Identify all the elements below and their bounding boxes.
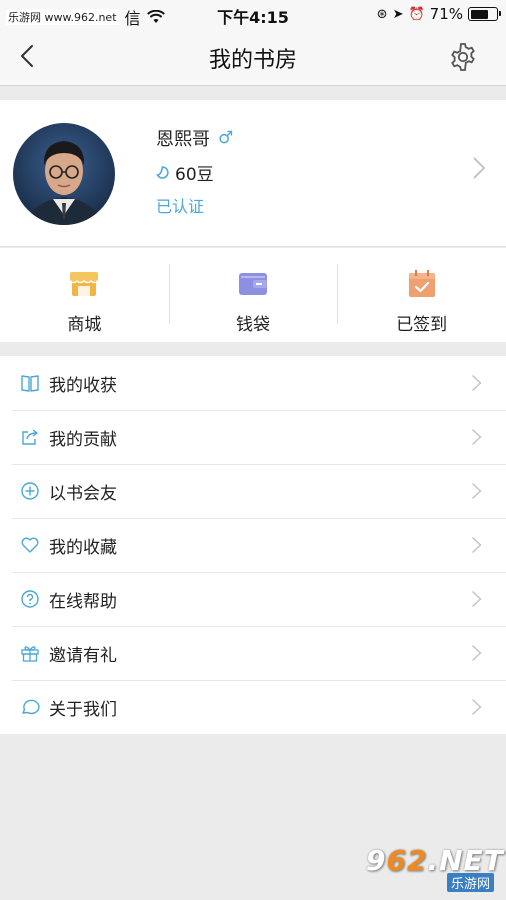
- profile-name-row: 恩熙哥 ♂: [156, 125, 233, 151]
- action-store-label: 商城: [67, 315, 102, 335]
- plus-circle-icon: [21, 482, 39, 500]
- watermark-logo-accent: 62: [386, 844, 428, 877]
- menu-item-label: 在线帮助: [49, 591, 117, 612]
- menu-item-contribution[interactable]: 我的贡献: [0, 410, 506, 464]
- menu-item-book-friends[interactable]: 以书会友: [0, 464, 506, 518]
- profile-beans: 60豆: [175, 165, 214, 185]
- gift-icon: [21, 646, 39, 662]
- menu-item-favorites[interactable]: 我的收藏: [0, 518, 506, 572]
- battery-icon: [468, 7, 501, 21]
- menu-item-harvest[interactable]: 我的收获: [0, 356, 506, 410]
- verified-badge: 已认证: [156, 197, 205, 216]
- action-wallet-label: 钱袋: [236, 315, 270, 335]
- avatar[interactable]: [13, 123, 115, 225]
- menu-item-label: 我的贡献: [49, 429, 117, 450]
- action-checkin-label: 已签到: [396, 315, 448, 335]
- action-store[interactable]: 商城: [0, 248, 169, 342]
- avatar-image: [13, 123, 115, 225]
- heart-icon: [21, 537, 39, 553]
- quick-actions: 商城 钱袋 已签到: [0, 248, 506, 342]
- help-circle-icon: [21, 590, 39, 608]
- chevron-right-icon: [473, 157, 486, 179]
- menu-item-label: 我的收获: [49, 375, 117, 396]
- menu-item-label: 以书会友: [49, 483, 117, 504]
- status-right: ⊛ ➤ ⏰ 71%: [376, 5, 501, 23]
- bean-icon: [156, 166, 169, 179]
- book-icon: [21, 375, 39, 392]
- battery-percent: 71%: [429, 5, 463, 23]
- chevron-right-icon: [472, 374, 482, 392]
- profile-card[interactable]: 恩熙哥 ♂ 60豆 已认证: [0, 100, 506, 247]
- watermark-subtitle: 乐游网: [446, 873, 494, 892]
- chevron-right-icon: [472, 536, 482, 554]
- orientation-lock-icon: ⊛: [376, 6, 388, 22]
- male-icon: ♂: [218, 128, 234, 148]
- chevron-right-icon: [472, 590, 482, 608]
- chat-bubble-icon: [22, 699, 40, 715]
- menu-item-invite[interactable]: 邀请有礼: [0, 626, 506, 680]
- page-title: 我的书房: [208, 48, 297, 73]
- menu-item-about[interactable]: 关于我们: [0, 680, 506, 734]
- chevron-right-icon: [472, 428, 482, 446]
- profile-beans-row: 60豆: [156, 160, 214, 185]
- menu-item-label: 关于我们: [49, 699, 117, 720]
- action-divider: [337, 264, 338, 324]
- share-icon: [22, 429, 38, 445]
- calendar-check-icon: [408, 270, 435, 297]
- action-divider: [169, 264, 170, 324]
- chevron-right-icon: [472, 698, 482, 716]
- location-arrow-icon: ➤: [392, 6, 404, 22]
- wallet-icon: [239, 273, 267, 295]
- store-icon: [69, 272, 99, 296]
- action-checkin[interactable]: 已签到: [337, 248, 506, 342]
- menu-list: 我的收获 我的贡献 以书会友 我的收藏 在线帮助 邀请有礼 关于我们: [0, 356, 506, 734]
- watermark-logo-prefix: 9: [366, 844, 387, 877]
- action-wallet[interactable]: 钱袋: [169, 248, 338, 342]
- battery-level: [470, 9, 489, 19]
- status-bar: 乐游网 www.962.net 信 下午4:15 ⊛ ➤ ⏰ 71%: [0, 0, 506, 28]
- alarm-icon: ⏰: [408, 6, 425, 22]
- menu-item-help[interactable]: 在线帮助: [0, 572, 506, 626]
- nav-bar: 我的书房: [0, 28, 506, 86]
- gear-icon[interactable]: [448, 42, 478, 72]
- chevron-right-icon: [472, 482, 482, 500]
- brand-watermark: 962.NET 乐游网: [366, 844, 503, 892]
- menu-item-label: 邀请有礼: [49, 645, 117, 666]
- profile-name: 恩熙哥: [156, 129, 210, 150]
- chevron-right-icon: [472, 644, 482, 662]
- menu-item-label: 我的收藏: [49, 537, 117, 558]
